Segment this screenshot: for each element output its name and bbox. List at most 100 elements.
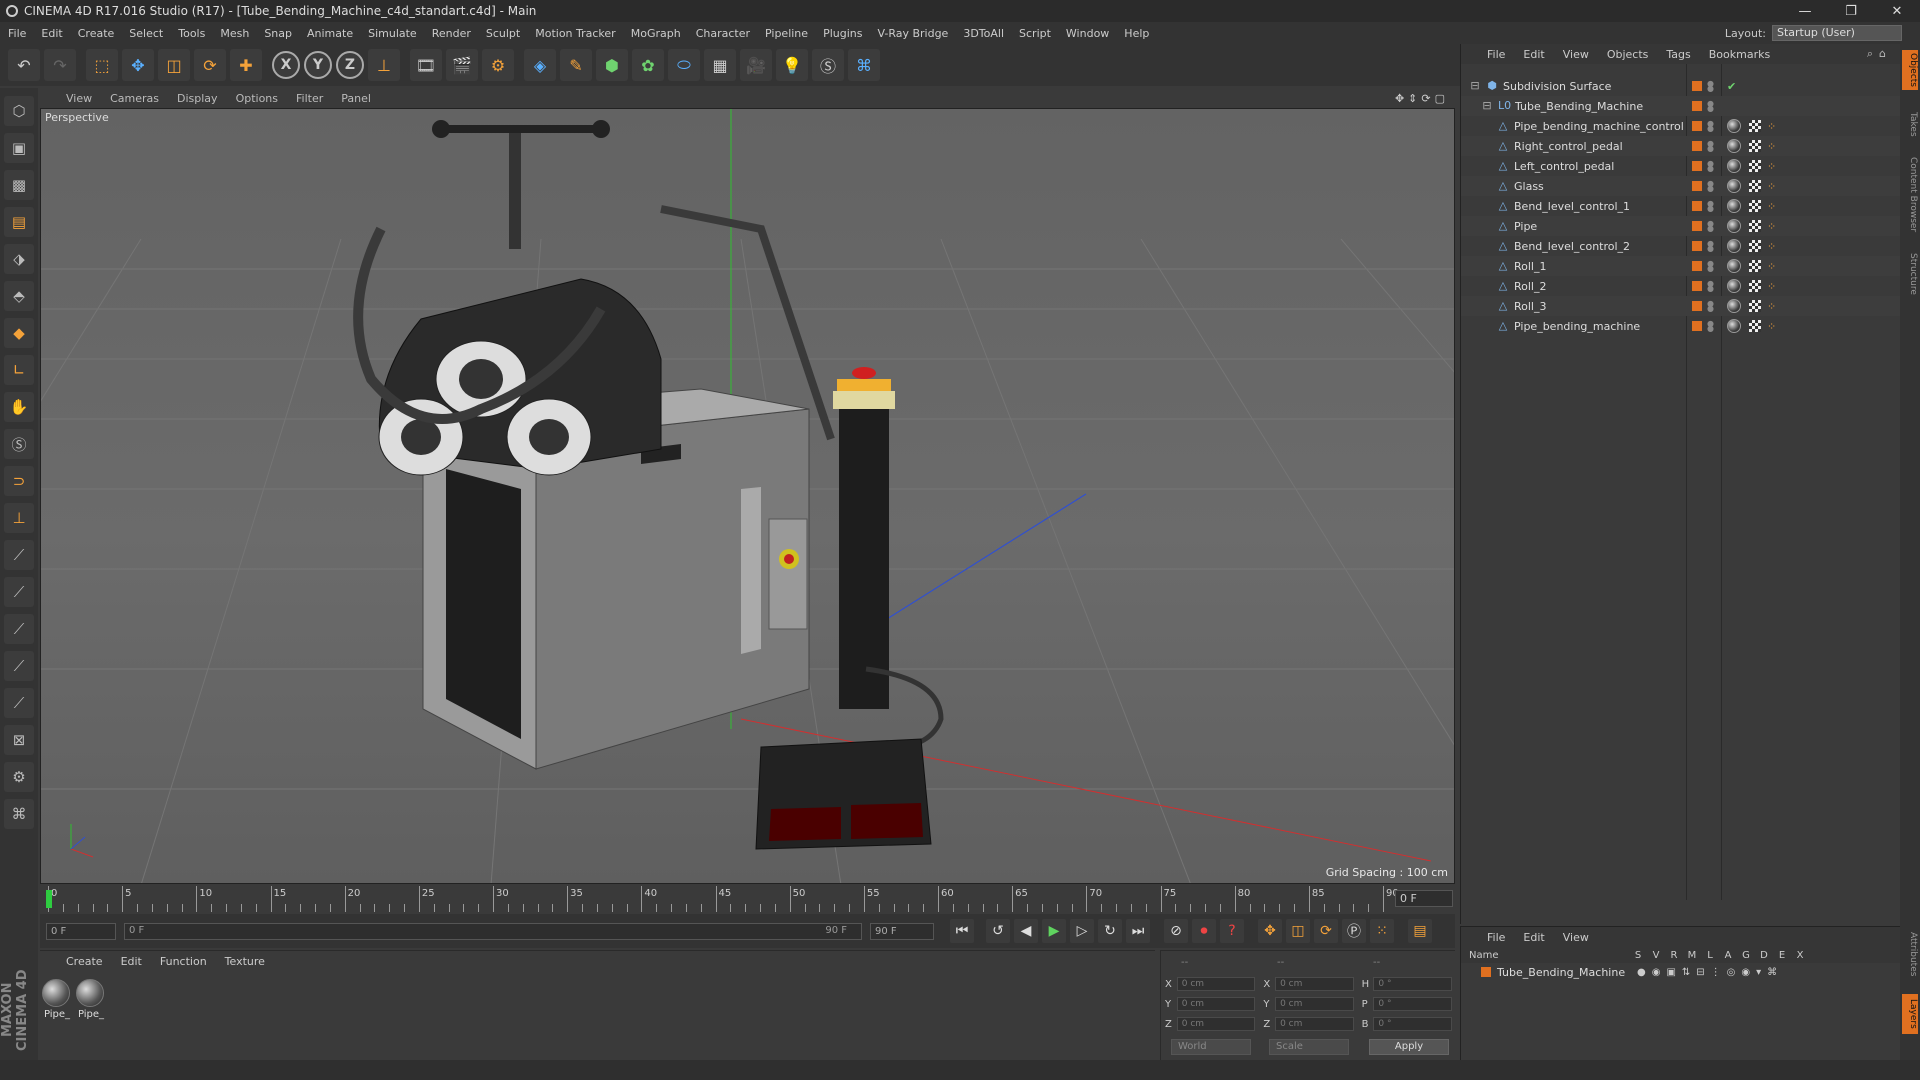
menu-pipeline[interactable]: Pipeline: [765, 27, 808, 40]
uvw-tag-icon[interactable]: [1749, 280, 1761, 292]
object-row[interactable]: △ Right_control_pedal ● ● ⁘: [1461, 136, 1901, 156]
undo-icon[interactable]: ↶: [8, 49, 40, 81]
viewport-menu-cameras[interactable]: Cameras: [110, 92, 159, 105]
uvw-tag-icon[interactable]: [1749, 240, 1761, 252]
visibility-dots-icon[interactable]: ● ●: [1707, 320, 1714, 333]
selection-tag-icon[interactable]: ⁘: [1767, 120, 1776, 133]
snap-icon[interactable]: Ⓢ: [4, 429, 34, 459]
tab-structure[interactable]: Structure: [1902, 246, 1918, 302]
menu-character[interactable]: Character: [696, 27, 750, 40]
layer-color-tag[interactable]: [1692, 141, 1702, 151]
texture-mode-icon[interactable]: ▩: [4, 170, 34, 200]
floor-icon[interactable]: ▦: [704, 49, 736, 81]
sculpt-icon[interactable]: ⟋: [4, 540, 34, 570]
visibility-dots-icon[interactable]: ● ●: [1707, 300, 1714, 313]
material-tag-icon[interactable]: [1727, 119, 1741, 133]
visibility-dots-icon[interactable]: ● ●: [1707, 220, 1714, 233]
layer-toggle-icons[interactable]: ●◉▣⇅⊟⋮◎◉▾⌘: [1637, 967, 1783, 978]
edges-mode-icon[interactable]: ⬘: [4, 281, 34, 311]
search-icon[interactable]: ⌕⌂: [1867, 47, 1892, 61]
menu-snap[interactable]: Snap: [264, 27, 292, 40]
layer-color-tag[interactable]: [1692, 301, 1702, 311]
deformer-icon[interactable]: ⬭: [668, 49, 700, 81]
collapse-toggle-icon[interactable]: ⊟: [1481, 100, 1493, 112]
render-view-icon[interactable]: 🎞: [410, 49, 442, 81]
redo-icon[interactable]: ↷: [44, 49, 76, 81]
end-frame-field[interactable]: 90 F: [870, 922, 934, 940]
x-axis-icon[interactable]: X: [272, 51, 300, 79]
collapse-toggle-icon[interactable]: ⊟: [1469, 80, 1481, 92]
3d-viewport[interactable]: Perspective Grid Spacing : 100 cm: [40, 108, 1455, 884]
object-row[interactable]: △ Pipe_bending_machine ● ● ⁘: [1461, 316, 1901, 336]
coordinate-system-icon[interactable]: ⊥: [368, 49, 400, 81]
next-key-icon[interactable]: ↻: [1098, 919, 1122, 943]
key-rotation-icon[interactable]: ⟳: [1314, 919, 1338, 943]
menu-mesh[interactable]: Mesh: [220, 27, 249, 40]
polygons-mode-icon[interactable]: ◆: [4, 318, 34, 348]
objects-menu-bookmarks[interactable]: Bookmarks: [1709, 48, 1770, 61]
menu-window[interactable]: Window: [1066, 27, 1109, 40]
objects-menu-tags[interactable]: Tags: [1666, 48, 1690, 61]
key-pla-icon[interactable]: ⁙: [1370, 919, 1394, 943]
python-icon[interactable]: ⌘: [4, 799, 34, 829]
layer-color-tag[interactable]: [1692, 121, 1702, 131]
coord-size-y-field[interactable]: 0 cm: [1275, 997, 1354, 1011]
viewport-menu-options[interactable]: Options: [236, 92, 278, 105]
uvw-tag-icon[interactable]: [1749, 220, 1761, 232]
material-menu-function[interactable]: Function: [160, 955, 207, 971]
viewport-menu-panel[interactable]: Panel: [341, 92, 371, 105]
selection-tag-icon[interactable]: ⁘: [1767, 160, 1776, 173]
layer-color-tag[interactable]: [1692, 261, 1702, 271]
objects-menu-objects[interactable]: Objects: [1607, 48, 1649, 61]
layer-color-tag[interactable]: [1692, 221, 1702, 231]
selection-tag-icon[interactable]: ⁘: [1767, 220, 1776, 233]
object-row[interactable]: △ Roll_3 ● ● ⁘: [1461, 296, 1901, 316]
coord-rot-b-field[interactable]: 0 °: [1373, 1017, 1452, 1031]
layer-color-tag[interactable]: [1692, 101, 1702, 111]
layer-color-tag[interactable]: [1692, 181, 1702, 191]
layer-row[interactable]: Tube_Bending_Machine ●◉▣⇅⊟⋮◎◉▾⌘: [1461, 963, 1900, 981]
coord-rot-h-field[interactable]: 0 °: [1373, 977, 1452, 991]
timeline-ruler[interactable]: 0 5 10 15 20 25 30 35 40 45 50 55 60 65 70 75 80 85 90 0 F: [40, 886, 1455, 912]
visibility-dots-icon[interactable]: ● ●: [1707, 160, 1714, 173]
object-row[interactable]: △ Bend_level_control_2 ● ● ⁘: [1461, 236, 1901, 256]
menu-animate[interactable]: Animate: [307, 27, 353, 40]
object-row[interactable]: △ Glass ● ● ⁘: [1461, 176, 1901, 196]
timeline-window-icon[interactable]: ▤: [1408, 919, 1432, 943]
uvw-tag-icon[interactable]: [1749, 160, 1761, 172]
visibility-dots-icon[interactable]: ● ●: [1707, 240, 1714, 253]
material-tag-icon[interactable]: [1727, 279, 1741, 293]
coord-size-z-field[interactable]: 0 cm: [1275, 1017, 1354, 1031]
previous-key-icon[interactable]: ↺: [986, 919, 1010, 943]
tab-takes[interactable]: Takes: [1902, 104, 1918, 144]
layer-color-tag[interactable]: [1692, 201, 1702, 211]
menu-3dtoall[interactable]: 3DToAll: [963, 27, 1004, 40]
objects-menu-view[interactable]: View: [1563, 48, 1589, 61]
material-tag-icon[interactable]: [1727, 219, 1741, 233]
render-picture-viewer-icon[interactable]: 🎬: [446, 49, 478, 81]
layer-color-tag[interactable]: [1692, 281, 1702, 291]
coord-pos-y-field[interactable]: 0 cm: [1176, 997, 1256, 1011]
visibility-dots-icon[interactable]: ● ●: [1707, 200, 1714, 213]
key-parameter-icon[interactable]: Ⓟ: [1342, 919, 1366, 943]
menu-plugins[interactable]: Plugins: [823, 27, 862, 40]
material-swatch[interactable]: Pipe_: [76, 979, 106, 1020]
visibility-dots-icon[interactable]: ● ●: [1707, 100, 1714, 113]
layer-color-tag[interactable]: [1692, 81, 1702, 91]
layer-color-swatch[interactable]: [1481, 967, 1491, 977]
minimize-button[interactable]: —: [1782, 4, 1828, 19]
menu-edit[interactable]: Edit: [41, 27, 62, 40]
uvw-tag-icon[interactable]: [1749, 320, 1761, 332]
menu-help[interactable]: Help: [1124, 27, 1149, 40]
python-icon[interactable]: ⌘: [848, 49, 880, 81]
move-icon[interactable]: ✥: [122, 49, 154, 81]
light-icon[interactable]: 💡: [776, 49, 808, 81]
menu-vray-bridge[interactable]: V-Ray Bridge: [877, 27, 948, 40]
lock-icon[interactable]: ⊠: [4, 725, 34, 755]
points-mode-icon[interactable]: ⬗: [4, 244, 34, 274]
object-row[interactable]: △ Roll_1 ● ● ⁘: [1461, 256, 1901, 276]
gear-icon[interactable]: ⚙: [4, 762, 34, 792]
start-frame-field[interactable]: 0 F: [46, 922, 116, 940]
tab-layers[interactable]: Layers: [1902, 994, 1918, 1034]
previous-frame-icon[interactable]: ◀: [1014, 919, 1038, 943]
